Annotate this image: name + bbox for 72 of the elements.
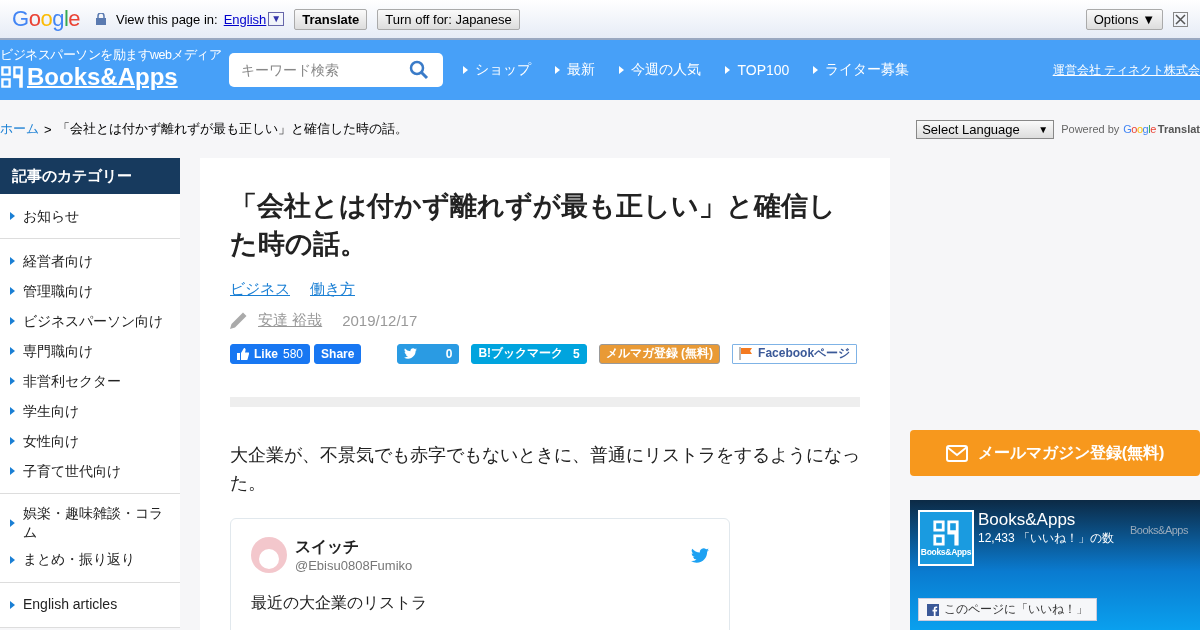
category-link[interactable]: 女性向け bbox=[0, 426, 180, 456]
page-like-button[interactable]: このページに「いいね！」 bbox=[918, 598, 1097, 621]
translate-label: Translat bbox=[1157, 123, 1200, 135]
cover-logo: Books&Apps bbox=[1130, 524, 1188, 536]
category-link[interactable]: 管理職向け bbox=[0, 276, 180, 306]
translate-button[interactable]: Translate bbox=[294, 8, 368, 30]
thumbs-up-icon bbox=[237, 347, 249, 360]
caret-icon bbox=[10, 257, 15, 265]
category-link[interactable]: 子育て世代向け bbox=[0, 456, 180, 486]
facebook-icon bbox=[927, 603, 939, 616]
article-paragraph: 大企業が、不景気でも赤字でもないときに、普通にリストラをするようになった。 bbox=[230, 443, 860, 496]
close-icon[interactable] bbox=[1173, 11, 1188, 27]
tag-link[interactable]: 働き方 bbox=[310, 279, 355, 299]
caret-icon bbox=[10, 555, 15, 564]
caret-icon bbox=[10, 377, 15, 385]
caret-icon bbox=[10, 347, 15, 355]
options-button[interactable]: Options ▼ bbox=[1085, 8, 1163, 30]
caret-icon bbox=[10, 600, 15, 609]
search-icon[interactable] bbox=[409, 60, 430, 80]
like-count: 12,433 「いいね！」の数 bbox=[978, 530, 1115, 547]
tagline: ビジネスパーソンを励ますwebメディア bbox=[0, 48, 222, 64]
category-link[interactable]: 専門職向け bbox=[0, 336, 180, 366]
page-logo: Books&Apps bbox=[918, 510, 974, 566]
caret-icon bbox=[10, 518, 15, 527]
caret-icon bbox=[10, 212, 15, 220]
caret-icon bbox=[10, 287, 15, 295]
tag-link[interactable]: ビジネス bbox=[230, 279, 290, 299]
like-button[interactable]: Like 580 bbox=[230, 343, 311, 364]
tweet-handle: @Ebisu0808Fumiko bbox=[295, 558, 414, 574]
bird-icon bbox=[404, 348, 418, 360]
caret-icon bbox=[10, 317, 15, 325]
caret-icon bbox=[10, 407, 15, 415]
tweet-author: スイッチ bbox=[295, 537, 360, 558]
google-logo: Google bbox=[12, 6, 80, 32]
page-name[interactable]: Books&Apps bbox=[978, 510, 1115, 530]
category-link[interactable]: 学生向け bbox=[0, 396, 180, 426]
google-logo: Google bbox=[1123, 123, 1156, 135]
category-link[interactable]: ビジネスパーソン向け bbox=[0, 306, 180, 336]
caret-icon bbox=[725, 66, 731, 74]
translate-prompt: View this page in: bbox=[116, 11, 218, 27]
powered-by-text: Powered by bbox=[1061, 123, 1120, 135]
language-select[interactable]: Select Language ▼ bbox=[916, 119, 1055, 139]
category-link[interactable]: まとめ・振り返り bbox=[0, 544, 180, 575]
caret-icon bbox=[10, 467, 15, 475]
category-link[interactable]: お知らせ bbox=[0, 201, 180, 231]
facebook-page-button[interactable]: Facebookページ bbox=[732, 343, 858, 364]
lock-icon bbox=[96, 13, 106, 25]
caret-icon bbox=[10, 437, 15, 445]
caret-icon bbox=[555, 66, 561, 74]
category-link[interactable]: English articles bbox=[0, 589, 180, 620]
category-link[interactable]: 経営者向け bbox=[0, 246, 180, 276]
caret-icon bbox=[463, 66, 469, 74]
avatar-icon bbox=[251, 537, 287, 574]
caret-icon bbox=[813, 66, 819, 74]
caret-icon bbox=[619, 66, 625, 74]
flag-icon bbox=[739, 347, 754, 361]
category-link[interactable]: 娯楽・趣味雑談・コラム bbox=[0, 501, 180, 545]
sidebar-title: 記事のカテゴリー bbox=[0, 158, 180, 194]
search-field[interactable]: キーワード検索 bbox=[229, 53, 444, 87]
article-title: 「会社とは付かず離れずが最も正しい」と確信した時の話。 bbox=[230, 190, 837, 261]
post-date: 2019/12/17 bbox=[342, 311, 418, 329]
breadcrumb-current: 「会社とは付かず離れずが最も正しい」と確信した時の話。 bbox=[56, 120, 408, 138]
turn-off-button[interactable]: Turn off for: Japanese bbox=[377, 8, 520, 30]
home-link[interactable]: ホーム bbox=[0, 120, 39, 138]
bird-icon bbox=[691, 547, 709, 563]
breadcrumb-separator: > bbox=[44, 121, 52, 137]
tweet-text: 最近の大企業のリストラ bbox=[251, 593, 428, 614]
dropdown-button[interactable]: ▼ bbox=[268, 12, 285, 26]
share-button[interactable]: Share bbox=[314, 343, 362, 364]
envelope-icon bbox=[945, 444, 968, 462]
category-link[interactable]: 非営利セクター bbox=[0, 366, 180, 396]
language-link[interactable]: English bbox=[223, 11, 267, 27]
